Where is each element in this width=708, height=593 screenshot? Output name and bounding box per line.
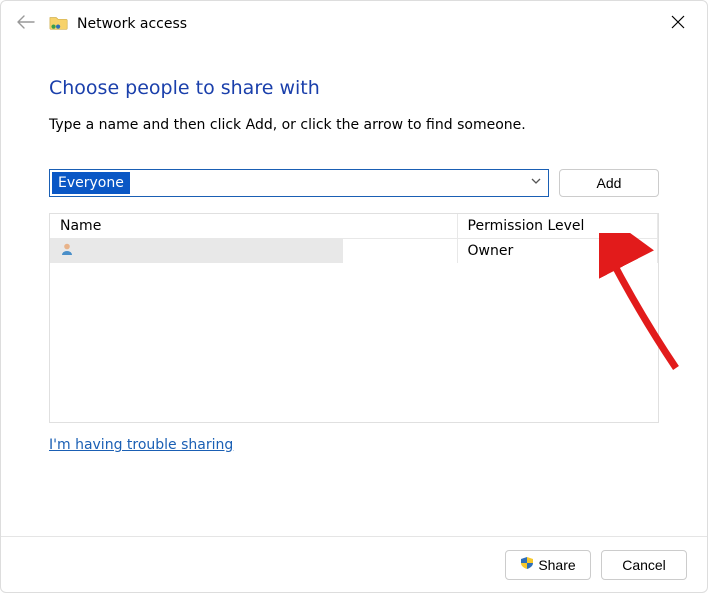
content-area: Choose people to share with Type a name … [1, 77, 707, 453]
cancel-button[interactable]: Cancel [601, 550, 687, 580]
dialog-footer: Share Cancel [1, 536, 707, 592]
page-heading: Choose people to share with [49, 77, 659, 99]
col-header-name[interactable]: Name [50, 214, 457, 239]
page-subheading: Type a name and then click Add, or click… [49, 117, 659, 133]
cell-name [50, 239, 457, 263]
chevron-down-icon[interactable] [530, 175, 542, 191]
back-arrow-icon[interactable] [17, 15, 35, 33]
shield-icon [520, 556, 534, 573]
close-icon[interactable] [671, 15, 685, 33]
share-label: Share [538, 557, 575, 573]
people-combobox[interactable]: Everyone [49, 169, 549, 197]
folder-share-icon [49, 16, 69, 32]
titlebar: Network access [1, 1, 707, 47]
add-button[interactable]: Add [559, 169, 659, 197]
people-table: Name Permission Level O [49, 213, 659, 423]
help-link[interactable]: I'm having trouble sharing [49, 437, 233, 453]
col-header-permission[interactable]: Permission Level [457, 214, 657, 239]
table-row[interactable]: Owner [50, 239, 658, 263]
combo-selected-value: Everyone [52, 172, 130, 194]
cell-permission: Owner [457, 239, 657, 263]
window-title: Network access [77, 16, 187, 32]
user-icon [60, 242, 74, 260]
share-button[interactable]: Share [505, 550, 591, 580]
